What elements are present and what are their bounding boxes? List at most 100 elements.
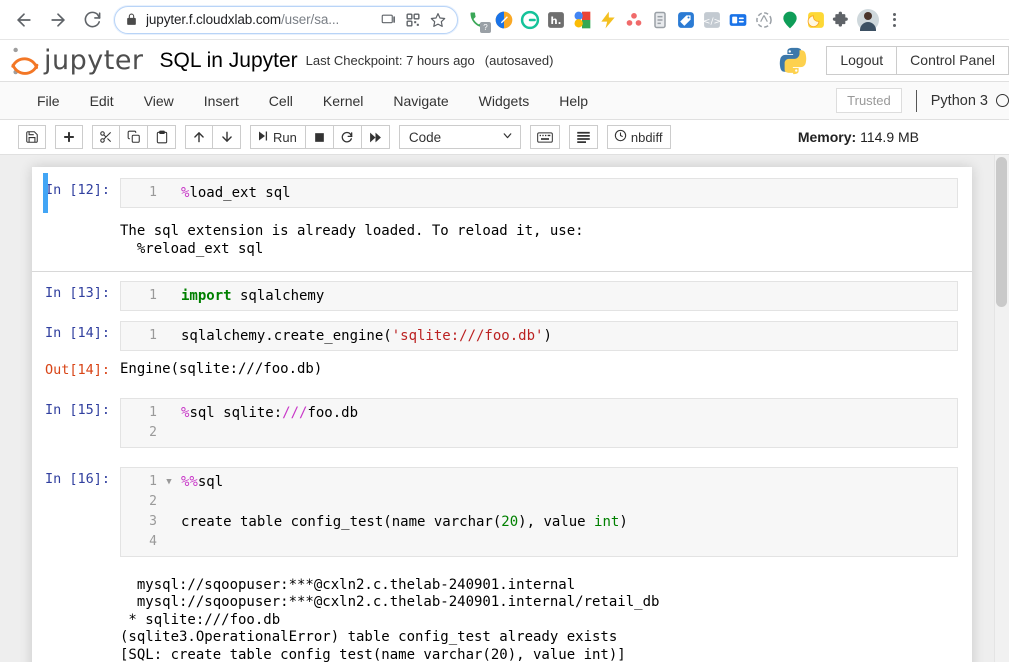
menu-insert[interactable]: Insert <box>189 85 254 117</box>
code-cell-15[interactable]: In [15]: 1 %sql sqlite:///foo.db 2 <box>32 384 972 453</box>
cell-input[interactable]: 1 %sql sqlite:///foo.db 2 <box>120 397 958 448</box>
clock-icon <box>614 129 627 145</box>
run-icon <box>257 130 269 145</box>
puzzle-extension[interactable] <box>830 8 854 32</box>
profile-avatar[interactable] <box>856 8 880 32</box>
code-line: 1 ▼ %%sql <box>121 472 957 492</box>
jupyter-logo[interactable] <box>8 44 42 78</box>
lightning-extension[interactable] <box>596 8 620 32</box>
phone-call-extension[interactable]: ? <box>466 8 491 33</box>
chevron-down-icon <box>501 129 514 145</box>
control-panel-button[interactable]: Control Panel <box>897 45 1009 76</box>
tag-extension[interactable] <box>674 8 698 32</box>
pen-circle-extension[interactable] <box>492 8 516 32</box>
line-number: 1 <box>149 328 157 343</box>
camera-shutter-extension[interactable] <box>752 8 776 32</box>
menu-edit[interactable]: Edit <box>75 85 129 117</box>
code-cell-13[interactable]: In [13]: 1 import sqlalchemy <box>32 276 972 316</box>
cell-input[interactable]: 1 import sqlalchemy <box>120 281 958 311</box>
toolbar-group-save <box>18 125 46 149</box>
line-number: 1 <box>149 473 157 489</box>
cell-input[interactable]: 1 ▼ %%sql 2 3 create table config_test(n… <box>120 466 958 557</box>
code-cell-16[interactable]: In [16]: 1 ▼ %%sql 2 3 create table conf… <box>32 453 972 562</box>
cell-prompt-in: In [13]: <box>44 285 110 301</box>
snooze-extension[interactable] <box>804 8 828 32</box>
nbdiff-button[interactable]: nbdiff <box>606 125 672 149</box>
code-text: sqlalchemy.create_engine('sqlite:///foo.… <box>175 326 957 346</box>
kebab-menu-icon[interactable] <box>884 12 904 27</box>
keyboard-icon[interactable] <box>529 125 560 149</box>
qr-code-icon[interactable] <box>402 9 424 31</box>
line-number: 1 <box>149 185 157 200</box>
address-bar[interactable]: jupyter.f.cloudxlab.com/user/sa... <box>114 5 458 34</box>
code-line: 1 %load_ext sql <box>121 183 957 203</box>
reload-icon[interactable] <box>76 4 108 36</box>
save-icon[interactable] <box>18 125 46 149</box>
menu-widgets[interactable]: Widgets <box>464 85 545 117</box>
output-line-4: (sqlite3.OperationalError) table config_… <box>120 629 618 645</box>
back-icon[interactable] <box>8 4 40 36</box>
cell-12-output: The sql extension is already loaded. To … <box>32 213 972 263</box>
menu-help[interactable]: Help <box>544 85 603 117</box>
menu-kernel[interactable]: Kernel <box>308 85 378 117</box>
asana-extension[interactable] <box>622 8 646 32</box>
paste-icon[interactable] <box>148 125 176 149</box>
arrow-down-icon[interactable] <box>213 125 241 149</box>
cell-16-output: mysql://sqoopuser:***@cxln2.c.thelab-240… <box>32 562 972 662</box>
token-number: 20 <box>501 513 519 530</box>
avatar <box>857 8 879 31</box>
line-number: 4 <box>149 533 157 549</box>
output-prompt-blank <box>32 218 120 258</box>
toolbar-group-toc <box>568 125 598 149</box>
autosaved-label: (autosaved) <box>484 53 554 68</box>
token-string: 'sqlite:///foo.db' <box>391 328 544 344</box>
green-pin-extension[interactable] <box>778 8 802 32</box>
cast-icon[interactable] <box>377 9 399 31</box>
cell-prompt-in: In [14]: <box>44 325 110 341</box>
cell-input[interactable]: 1 %load_ext sql <box>120 178 958 208</box>
plus-icon[interactable] <box>55 125 83 149</box>
copy-icon[interactable] <box>120 125 148 149</box>
google-extension[interactable] <box>570 8 594 32</box>
lock-icon <box>125 13 138 26</box>
grammarly-extension[interactable] <box>518 8 542 32</box>
fast-forward-icon[interactable] <box>361 125 390 149</box>
code-text: %load_ext sql <box>175 183 957 203</box>
code-text: create table config_test(name varchar(20… <box>175 512 957 532</box>
code-extension[interactable]: </> <box>700 8 724 32</box>
header-right-group: Logout Control Panel <box>778 45 1009 76</box>
trusted-badge[interactable]: Trusted <box>836 88 902 113</box>
code-fold-toggle-icon[interactable]: ▼ <box>163 472 175 492</box>
menu-view[interactable]: View <box>129 85 189 117</box>
cell-input[interactable]: 1 sqlalchemy.create_engine('sqlite:///fo… <box>120 321 958 351</box>
logout-button[interactable]: Logout <box>826 45 898 76</box>
vertical-scrollbar[interactable] <box>994 155 1009 662</box>
divider <box>915 89 917 112</box>
code-line: 2 <box>121 423 957 443</box>
scissors-icon[interactable] <box>92 125 120 149</box>
clipboard-extension[interactable] <box>648 8 672 32</box>
stop-square-icon[interactable] <box>305 125 334 149</box>
restart-icon[interactable] <box>333 125 362 149</box>
run-button[interactable]: Run <box>250 125 306 149</box>
menu-navigate[interactable]: Navigate <box>378 85 463 117</box>
scrollbar-thumb[interactable] <box>996 157 1007 307</box>
menu-cell[interactable]: Cell <box>254 85 308 117</box>
arrow-up-icon[interactable] <box>185 125 213 149</box>
output-stream-text: The sql extension is already loaded. To … <box>120 218 958 258</box>
token-plain: load_ext sql <box>189 185 291 201</box>
list-icon[interactable] <box>568 125 598 149</box>
notebook-title[interactable]: SQL in Jupyter <box>160 49 298 73</box>
toolbar-group-move <box>185 125 241 149</box>
token-plain: sqlalchemy <box>231 288 325 304</box>
hypothesis-extension[interactable]: h. <box>544 8 568 32</box>
code-cell-14[interactable]: In [14]: 1 sqlalchemy.create_engine('sql… <box>32 316 972 356</box>
cell-type-select[interactable]: Code <box>398 125 521 149</box>
menu-file[interactable]: File <box>22 85 75 117</box>
code-cell-12[interactable]: In [12]: 1 %load_ext sql <box>32 173 972 213</box>
forward-icon[interactable] <box>42 4 74 36</box>
star-icon[interactable] <box>427 9 449 31</box>
card-extension[interactable] <box>726 8 750 32</box>
output-line-1: mysql://sqoopuser:***@cxln2.c.thelab-240… <box>120 576 576 593</box>
